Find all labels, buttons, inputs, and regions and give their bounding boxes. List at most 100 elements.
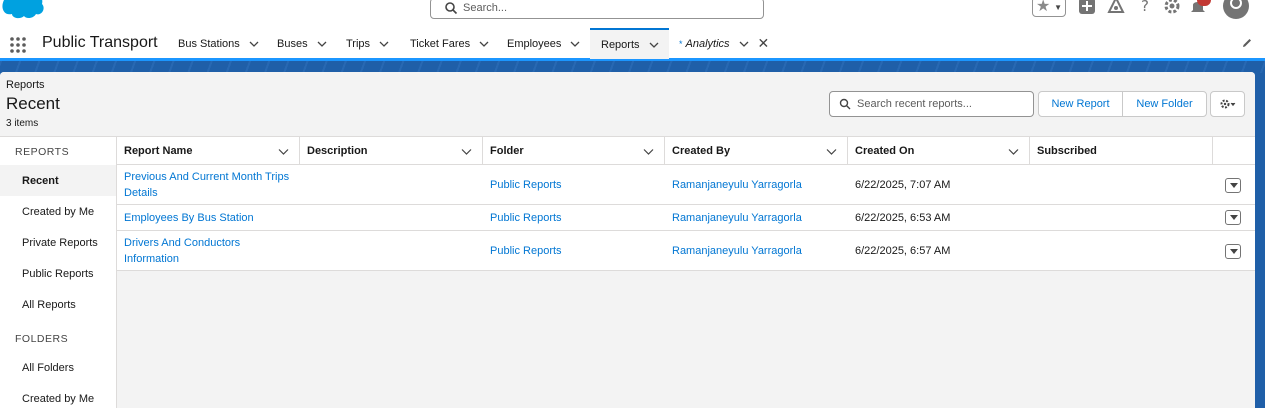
nav-tab-bus-stations[interactable]: Bus Stations <box>178 28 260 59</box>
report-name-link[interactable]: Employees By Bus Station <box>117 205 297 230</box>
row-actions-menu[interactable] <box>1225 244 1241 259</box>
nav-tab-label: Employees <box>507 37 562 50</box>
sidebar-item-folders-created-by-me[interactable]: Created by Me <box>0 383 116 408</box>
report-description <box>300 205 480 230</box>
column-label: Created By <box>672 145 731 157</box>
column-header-subscribed[interactable]: Subscribed <box>1030 137 1213 165</box>
folder-link[interactable]: Public Reports <box>483 231 663 270</box>
row-actions-menu[interactable] <box>1225 210 1241 225</box>
nav-tab-label: Ticket Fares <box>410 37 471 50</box>
chevron-down-icon <box>1230 183 1238 188</box>
search-icon <box>445 2 458 15</box>
column-label: Report Name <box>124 145 193 157</box>
global-search[interactable] <box>430 0 764 19</box>
created-on: 6/22/2025, 7:07 AM <box>855 178 951 191</box>
chevron-down-icon[interactable] <box>826 146 837 157</box>
column-header-description[interactable]: Description <box>300 137 483 165</box>
help-icon[interactable]: ? <box>1136 0 1156 16</box>
reports-section-heading: REPORTS <box>15 146 70 158</box>
subscribed-status <box>1030 231 1210 270</box>
report-name-link[interactable]: Drivers And Conductors Information <box>117 231 257 270</box>
app-name: Public Transport <box>42 34 158 51</box>
nav-tab-buses[interactable]: Buses <box>277 28 328 59</box>
chevron-down-icon[interactable] <box>648 39 660 51</box>
reports-sidebar: REPORTS Recent Created by Me Private Rep… <box>0 137 117 408</box>
nav-tab-label: Reports <box>601 38 640 51</box>
reports-panel: Reports Recent 3 items New Report New Fo… <box>0 72 1255 408</box>
star-icon: ★ <box>1036 0 1051 15</box>
subscribed-status <box>1030 165 1210 204</box>
folder-link[interactable]: Public Reports <box>483 165 663 204</box>
nav-tab-trips[interactable]: Trips <box>346 28 390 59</box>
row-actions-menu[interactable] <box>1225 178 1241 193</box>
list-settings-button[interactable] <box>1210 91 1245 117</box>
salesforce-logo-icon[interactable] <box>0 0 46 20</box>
nav-tab-label: Trips <box>346 37 371 50</box>
column-header-created-by[interactable]: Created By <box>665 137 848 165</box>
chevron-down-icon[interactable] <box>278 146 289 157</box>
table-header: Report Name Description Folder Created B… <box>117 137 1255 165</box>
sidebar-item-all-folders[interactable]: All Folders <box>0 352 116 383</box>
sidebar-item-private-reports[interactable]: Private Reports <box>0 227 116 258</box>
report-name-link[interactable]: Previous And Current Month Trips Details <box>117 165 297 204</box>
report-description <box>300 231 480 270</box>
global-actions-icon[interactable] <box>1077 0 1097 16</box>
chevron-down-icon[interactable] <box>643 146 654 157</box>
trailhead-icon[interactable] <box>1106 0 1126 16</box>
table-row: Previous And Current Month Trips Details… <box>117 165 1255 205</box>
chevron-down-icon[interactable] <box>478 38 490 50</box>
created-by-link[interactable]: Ramanjaneyulu Yarragorla <box>665 231 845 270</box>
chevron-down-icon[interactable] <box>248 38 260 50</box>
sidebar-item-created-by-me[interactable]: Created by Me <box>0 196 116 227</box>
page-title: Recent <box>6 94 60 113</box>
created-by-link[interactable]: Ramanjaneyulu Yarragorla <box>665 165 845 204</box>
recent-reports-search[interactable] <box>829 91 1034 117</box>
search-icon <box>839 98 851 110</box>
new-report-button[interactable]: New Report <box>1038 91 1123 117</box>
nav-tab-ticket-fares[interactable]: Ticket Fares <box>410 28 490 59</box>
nav-tab-reports[interactable]: Reports <box>590 28 669 59</box>
app-navigation-bar: Public Transport Bus Stations Buses Trip… <box>0 28 1265 61</box>
favorites-button[interactable]: ★ ▼ <box>1032 0 1066 17</box>
global-search-input[interactable] <box>463 0 753 16</box>
avatar[interactable] <box>1222 0 1250 20</box>
chevron-down-icon[interactable] <box>1008 146 1019 157</box>
created-by-link[interactable]: Ramanjaneyulu Yarragorla <box>665 205 845 230</box>
column-label: Created On <box>855 145 915 157</box>
table-row: Drivers And Conductors Information Publi… <box>117 231 1255 271</box>
chevron-down-icon[interactable] <box>461 146 472 157</box>
chevron-down-icon <box>1230 215 1238 220</box>
svg-text:?: ? <box>1141 0 1149 15</box>
nav-tab-label: Analytics <box>685 37 730 50</box>
global-header: ★ ▼ ? <box>0 0 1265 28</box>
column-header-report-name[interactable]: Report Name <box>117 137 300 165</box>
page-eyebrow: Reports <box>6 79 45 91</box>
edit-nav-pencil-icon[interactable] <box>1241 37 1253 49</box>
item-count: 3 items <box>6 118 39 129</box>
column-header-folder[interactable]: Folder <box>483 137 665 165</box>
chevron-down-icon[interactable] <box>378 38 390 50</box>
chevron-down-icon[interactable] <box>316 38 328 50</box>
report-description <box>300 165 480 204</box>
close-icon[interactable]: ✕ <box>758 35 770 52</box>
folder-link[interactable]: Public Reports <box>483 205 663 230</box>
nav-tab-employees[interactable]: Employees <box>507 28 581 59</box>
column-header-created-on[interactable]: Created On <box>848 137 1030 165</box>
app-launcher-icon[interactable] <box>9 36 27 54</box>
chevron-down-icon: ▼ <box>1054 3 1062 12</box>
created-on: 6/22/2025, 6:57 AM <box>855 244 951 257</box>
chevron-down-icon[interactable] <box>569 38 581 50</box>
recent-reports-search-input[interactable] <box>857 96 1027 112</box>
created-on: 6/22/2025, 6:53 AM <box>855 211 951 224</box>
chevron-down-icon <box>1230 249 1238 254</box>
new-folder-button[interactable]: New Folder <box>1122 91 1207 117</box>
column-label: Subscribed <box>1037 145 1097 157</box>
sidebar-item-all-reports[interactable]: All Reports <box>0 289 116 320</box>
sidebar-item-recent[interactable]: Recent <box>0 165 116 196</box>
gear-icon <box>1220 99 1235 109</box>
folders-section-heading: FOLDERS <box>15 333 69 345</box>
sidebar-item-public-reports[interactable]: Public Reports <box>0 258 116 289</box>
nav-tab-analytics[interactable]: * Analytics ✕ <box>679 28 769 59</box>
gear-icon[interactable] <box>1162 0 1182 16</box>
chevron-down-icon[interactable] <box>738 38 750 50</box>
